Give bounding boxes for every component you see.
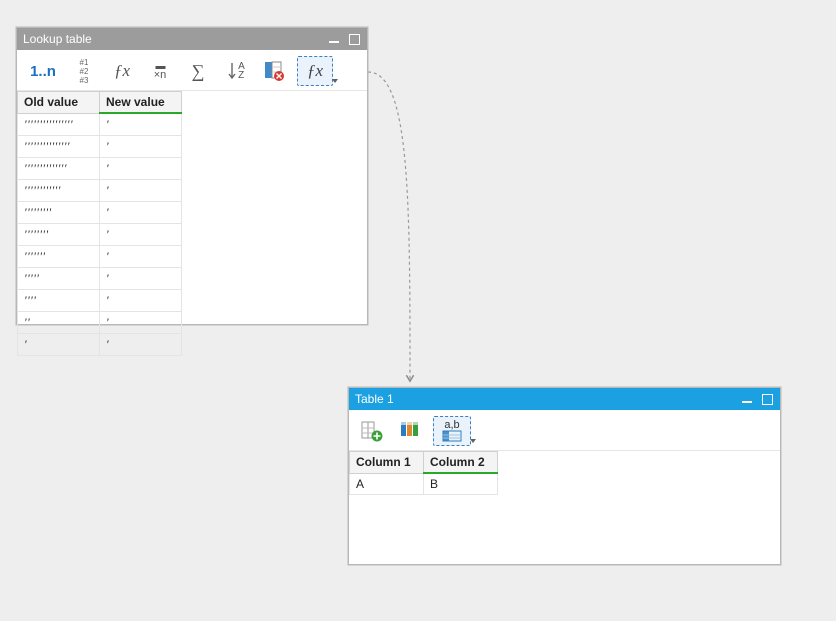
table-row[interactable]: ''''''''''''''' — [18, 158, 182, 180]
table-cell[interactable]: ' — [100, 180, 182, 202]
table-remove-icon — [263, 60, 285, 82]
table-cell[interactable]: '''''''' — [18, 224, 100, 246]
repeat-button[interactable]: ▬ ×n — [145, 56, 175, 86]
sigma-icon: ∑ — [192, 61, 205, 82]
table-cell[interactable]: ' — [100, 113, 182, 136]
column-header-2[interactable]: Column 2 — [424, 452, 498, 474]
table-cell[interactable]: '''''''''''' — [18, 180, 100, 202]
table-row[interactable]: '''''''' — [18, 246, 182, 268]
dropdown-arrow-icon — [332, 79, 338, 83]
table1-panel[interactable]: Table 1 a,b — [348, 387, 781, 565]
lookup-table-grid[interactable]: Old value New value ''''''''''''''''''''… — [17, 91, 182, 356]
remove-column-button[interactable] — [259, 56, 289, 86]
table-cell[interactable]: ''''''''' — [18, 202, 100, 224]
table-cell[interactable]: ''''''''''''''' — [18, 136, 100, 158]
table-cell[interactable]: '' — [18, 312, 100, 334]
row-number-button[interactable]: #1 #2 #3 — [69, 56, 99, 86]
column-header-new[interactable]: New value — [100, 92, 182, 114]
aggregate-button[interactable]: ∑ — [183, 56, 213, 86]
table-cell[interactable]: ''''''' — [18, 246, 100, 268]
table-icon — [442, 430, 462, 442]
table-row[interactable]: ''' — [18, 312, 182, 334]
table-row[interactable]: ''''' — [18, 290, 182, 312]
table-row[interactable]: '' — [18, 334, 182, 356]
formula-button[interactable]: ƒx — [107, 56, 137, 86]
table1-grid[interactable]: Column 1 Column 2 AB — [349, 451, 498, 495]
table-row[interactable]: ''''''''''''' — [18, 180, 182, 202]
fx-icon: ƒx — [307, 61, 323, 81]
lookup-table-panel[interactable]: Lookup table 1..n #1 #2 #3 ƒx ▬ ×n ∑ — [16, 27, 368, 325]
columns-structure-button[interactable] — [395, 416, 425, 446]
table-cell[interactable]: ' — [100, 290, 182, 312]
table-row[interactable]: '''''''''''''''' — [18, 136, 182, 158]
table-cell[interactable]: ' — [100, 246, 182, 268]
table-cell[interactable]: A — [350, 473, 424, 495]
table-cell[interactable]: ' — [100, 224, 182, 246]
add-column-button[interactable] — [357, 416, 387, 446]
maximize-button[interactable] — [345, 31, 363, 47]
table-cell[interactable]: ' — [18, 334, 100, 356]
table-cell[interactable]: ' — [100, 312, 182, 334]
sort-button[interactable]: AZ — [221, 56, 251, 86]
replace-values-button[interactable]: a,b — [433, 416, 471, 446]
minimize-button[interactable] — [738, 391, 756, 407]
table-row[interactable]: ''''''''''''''''' — [18, 113, 182, 136]
sequence-button[interactable]: 1..n — [25, 56, 61, 86]
sequence-label: 1..n — [30, 63, 56, 80]
table-row[interactable]: ''''''''' — [18, 224, 182, 246]
column-header-old[interactable]: Old value — [18, 92, 100, 114]
table-cell[interactable]: ' — [100, 268, 182, 290]
sort-arrow-icon — [227, 61, 237, 81]
table-cell[interactable]: '''''''''''''''' — [18, 113, 100, 136]
structure-icon — [399, 420, 421, 442]
lookup-formula-button[interactable]: ƒx — [297, 56, 333, 86]
ab-label: a,b — [444, 421, 459, 430]
table-row[interactable]: AB — [350, 473, 498, 495]
table-cell[interactable]: B — [424, 473, 498, 495]
fx-icon: ƒx — [114, 61, 130, 81]
maximize-button[interactable] — [758, 391, 776, 407]
table-cell[interactable]: ''''' — [18, 268, 100, 290]
panel-title: Table 1 — [355, 392, 394, 406]
table-cell[interactable]: ' — [100, 158, 182, 180]
table1-toolbar: a,b — [349, 410, 780, 451]
table-cell[interactable]: ' — [100, 334, 182, 356]
table-row[interactable]: '''''''''' — [18, 202, 182, 224]
table-cell[interactable]: '''' — [18, 290, 100, 312]
table-cell[interactable]: ' — [100, 136, 182, 158]
table1-titlebar[interactable]: Table 1 — [349, 388, 780, 410]
column-header-1[interactable]: Column 1 — [350, 452, 424, 474]
minimize-button[interactable] — [325, 31, 343, 47]
table-cell[interactable]: '''''''''''''' — [18, 158, 100, 180]
panel-title: Lookup table — [23, 32, 92, 46]
lookup-toolbar: 1..n #1 #2 #3 ƒx ▬ ×n ∑ AZ — [17, 50, 367, 91]
dropdown-arrow-icon — [470, 439, 476, 443]
lookup-panel-titlebar[interactable]: Lookup table — [17, 28, 367, 50]
table-row[interactable]: '''''' — [18, 268, 182, 290]
add-column-icon — [360, 420, 384, 442]
table-cell[interactable]: ' — [100, 202, 182, 224]
